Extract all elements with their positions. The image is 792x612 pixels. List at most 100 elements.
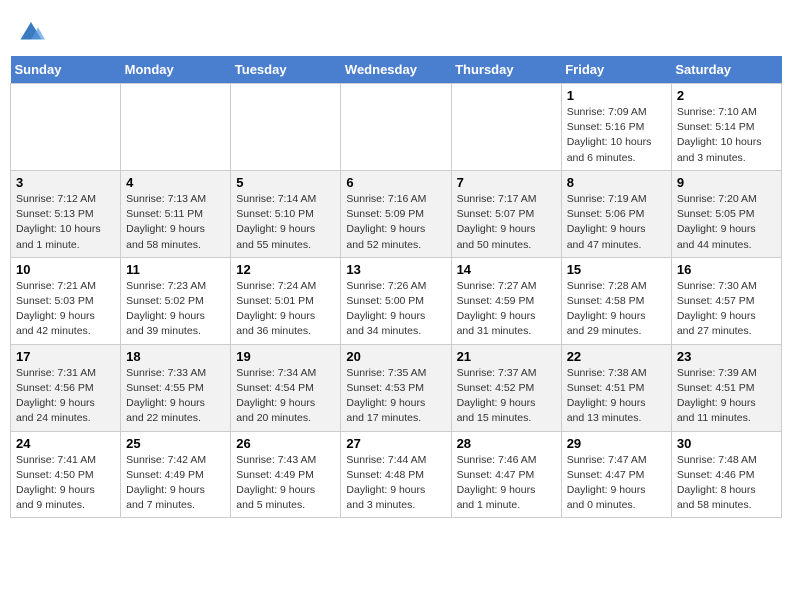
- day-number: 28: [457, 436, 556, 451]
- day-info: Sunrise: 7:13 AM Sunset: 5:11 PM Dayligh…: [126, 192, 225, 253]
- day-info: Sunrise: 7:41 AM Sunset: 4:50 PM Dayligh…: [16, 453, 115, 514]
- calendar-cell: 1 Sunrise: 7:09 AM Sunset: 5:16 PM Daylig…: [561, 84, 671, 171]
- day-number: 12: [236, 262, 335, 277]
- day-number: 15: [567, 262, 666, 277]
- week-row-1: 1 Sunrise: 7:09 AM Sunset: 5:16 PM Daylig…: [11, 84, 782, 171]
- calendar-cell: 29 Sunrise: 7:47 AM Sunset: 4:47 PM Dayli…: [561, 431, 671, 518]
- calendar-cell: 20 Sunrise: 7:35 AM Sunset: 4:53 PM Dayli…: [341, 344, 451, 431]
- calendar-cell: 5 Sunrise: 7:14 AM Sunset: 5:10 PM Daylig…: [231, 170, 341, 257]
- day-info: Sunrise: 7:30 AM Sunset: 4:57 PM Dayligh…: [677, 279, 776, 340]
- calendar-cell: [231, 84, 341, 171]
- page-header: [10, 10, 782, 48]
- day-info: Sunrise: 7:16 AM Sunset: 5:09 PM Dayligh…: [346, 192, 445, 253]
- day-info: Sunrise: 7:37 AM Sunset: 4:52 PM Dayligh…: [457, 366, 556, 427]
- day-info: Sunrise: 7:44 AM Sunset: 4:48 PM Dayligh…: [346, 453, 445, 514]
- calendar-table: SundayMondayTuesdayWednesdayThursdayFrid…: [10, 56, 782, 518]
- day-info: Sunrise: 7:35 AM Sunset: 4:53 PM Dayligh…: [346, 366, 445, 427]
- week-row-2: 3Sunrise: 7:12 AM Sunset: 5:13 PM Daylig…: [11, 170, 782, 257]
- day-number: 18: [126, 349, 225, 364]
- day-number: 29: [567, 436, 666, 451]
- day-info: Sunrise: 7:23 AM Sunset: 5:02 PM Dayligh…: [126, 279, 225, 340]
- day-info: Sunrise: 7:28 AM Sunset: 4:58 PM Dayligh…: [567, 279, 666, 340]
- day-info: Sunrise: 7:09 AM Sunset: 5:16 PM Dayligh…: [567, 105, 666, 166]
- day-info: Sunrise: 7:31 AM Sunset: 4:56 PM Dayligh…: [16, 366, 115, 427]
- day-info: Sunrise: 7:48 AM Sunset: 4:46 PM Dayligh…: [677, 453, 776, 514]
- day-number: 24: [16, 436, 115, 451]
- day-info: Sunrise: 7:10 AM Sunset: 5:14 PM Dayligh…: [677, 105, 776, 166]
- day-info: Sunrise: 7:46 AM Sunset: 4:47 PM Dayligh…: [457, 453, 556, 514]
- calendar-cell: 8Sunrise: 7:19 AM Sunset: 5:06 PM Daylig…: [561, 170, 671, 257]
- day-info: Sunrise: 7:20 AM Sunset: 5:05 PM Dayligh…: [677, 192, 776, 253]
- week-row-4: 17 Sunrise: 7:31 AM Sunset: 4:56 PM Dayli…: [11, 344, 782, 431]
- calendar-cell: 17 Sunrise: 7:31 AM Sunset: 4:56 PM Dayli…: [11, 344, 121, 431]
- calendar-cell: 4 Sunrise: 7:13 AM Sunset: 5:11 PM Daylig…: [121, 170, 231, 257]
- calendar-cell: 3Sunrise: 7:12 AM Sunset: 5:13 PM Daylig…: [11, 170, 121, 257]
- day-number: 9: [677, 175, 776, 190]
- day-info: Sunrise: 7:14 AM Sunset: 5:10 PM Dayligh…: [236, 192, 335, 253]
- day-number: 17: [16, 349, 115, 364]
- calendar-cell: 13 Sunrise: 7:26 AM Sunset: 5:00 PM Dayli…: [341, 257, 451, 344]
- day-number: 13: [346, 262, 445, 277]
- day-number: 2: [677, 88, 776, 103]
- column-header-friday: Friday: [561, 56, 671, 84]
- calendar-cell: 2 Sunrise: 7:10 AM Sunset: 5:14 PM Daylig…: [671, 84, 781, 171]
- calendar-cell: 16 Sunrise: 7:30 AM Sunset: 4:57 PM Dayli…: [671, 257, 781, 344]
- calendar-cell: 22 Sunrise: 7:38 AM Sunset: 4:51 PM Dayli…: [561, 344, 671, 431]
- calendar-cell: [341, 84, 451, 171]
- day-info: Sunrise: 7:34 AM Sunset: 4:54 PM Dayligh…: [236, 366, 335, 427]
- day-number: 22: [567, 349, 666, 364]
- calendar-cell: 11 Sunrise: 7:23 AM Sunset: 5:02 PM Dayli…: [121, 257, 231, 344]
- day-info: Sunrise: 7:33 AM Sunset: 4:55 PM Dayligh…: [126, 366, 225, 427]
- calendar-cell: 28 Sunrise: 7:46 AM Sunset: 4:47 PM Dayli…: [451, 431, 561, 518]
- day-number: 20: [346, 349, 445, 364]
- day-info: Sunrise: 7:47 AM Sunset: 4:47 PM Dayligh…: [567, 453, 666, 514]
- calendar-cell: 6Sunrise: 7:16 AM Sunset: 5:09 PM Daylig…: [341, 170, 451, 257]
- day-number: 4: [126, 175, 225, 190]
- column-header-monday: Monday: [121, 56, 231, 84]
- calendar-cell: 27 Sunrise: 7:44 AM Sunset: 4:48 PM Dayli…: [341, 431, 451, 518]
- column-header-wednesday: Wednesday: [341, 56, 451, 84]
- week-row-3: 10 Sunrise: 7:21 AM Sunset: 5:03 PM Dayli…: [11, 257, 782, 344]
- calendar-cell: 10 Sunrise: 7:21 AM Sunset: 5:03 PM Dayli…: [11, 257, 121, 344]
- day-info: Sunrise: 7:17 AM Sunset: 5:07 PM Dayligh…: [457, 192, 556, 253]
- calendar-cell: 23Sunrise: 7:39 AM Sunset: 4:51 PM Dayli…: [671, 344, 781, 431]
- day-info: Sunrise: 7:21 AM Sunset: 5:03 PM Dayligh…: [16, 279, 115, 340]
- day-number: 14: [457, 262, 556, 277]
- header-row: SundayMondayTuesdayWednesdayThursdayFrid…: [11, 56, 782, 84]
- calendar-cell: 24 Sunrise: 7:41 AM Sunset: 4:50 PM Dayli…: [11, 431, 121, 518]
- day-info: Sunrise: 7:26 AM Sunset: 5:00 PM Dayligh…: [346, 279, 445, 340]
- day-number: 1: [567, 88, 666, 103]
- calendar-cell: 14 Sunrise: 7:27 AM Sunset: 4:59 PM Dayli…: [451, 257, 561, 344]
- day-number: 19: [236, 349, 335, 364]
- day-info: Sunrise: 7:24 AM Sunset: 5:01 PM Dayligh…: [236, 279, 335, 340]
- day-number: 27: [346, 436, 445, 451]
- day-info: Sunrise: 7:38 AM Sunset: 4:51 PM Dayligh…: [567, 366, 666, 427]
- calendar-cell: 26Sunrise: 7:43 AM Sunset: 4:49 PM Dayli…: [231, 431, 341, 518]
- calendar-cell: 30 Sunrise: 7:48 AM Sunset: 4:46 PM Dayli…: [671, 431, 781, 518]
- day-info: Sunrise: 7:42 AM Sunset: 4:49 PM Dayligh…: [126, 453, 225, 514]
- calendar-cell: 12 Sunrise: 7:24 AM Sunset: 5:01 PM Dayli…: [231, 257, 341, 344]
- calendar-cell: 18 Sunrise: 7:33 AM Sunset: 4:55 PM Dayli…: [121, 344, 231, 431]
- day-number: 3: [16, 175, 115, 190]
- day-info: Sunrise: 7:27 AM Sunset: 4:59 PM Dayligh…: [457, 279, 556, 340]
- logo: [15, 15, 45, 43]
- logo-icon: [17, 15, 45, 43]
- calendar-cell: [11, 84, 121, 171]
- day-number: 16: [677, 262, 776, 277]
- week-row-5: 24 Sunrise: 7:41 AM Sunset: 4:50 PM Dayli…: [11, 431, 782, 518]
- day-number: 11: [126, 262, 225, 277]
- calendar-cell: [121, 84, 231, 171]
- calendar-cell: 25Sunrise: 7:42 AM Sunset: 4:49 PM Dayli…: [121, 431, 231, 518]
- column-header-sunday: Sunday: [11, 56, 121, 84]
- column-header-saturday: Saturday: [671, 56, 781, 84]
- day-number: 30: [677, 436, 776, 451]
- day-number: 21: [457, 349, 556, 364]
- day-number: 10: [16, 262, 115, 277]
- calendar-cell: 9 Sunrise: 7:20 AM Sunset: 5:05 PM Daylig…: [671, 170, 781, 257]
- column-header-thursday: Thursday: [451, 56, 561, 84]
- day-number: 5: [236, 175, 335, 190]
- calendar-cell: 19 Sunrise: 7:34 AM Sunset: 4:54 PM Dayli…: [231, 344, 341, 431]
- column-header-tuesday: Tuesday: [231, 56, 341, 84]
- day-number: 26: [236, 436, 335, 451]
- day-info: Sunrise: 7:19 AM Sunset: 5:06 PM Dayligh…: [567, 192, 666, 253]
